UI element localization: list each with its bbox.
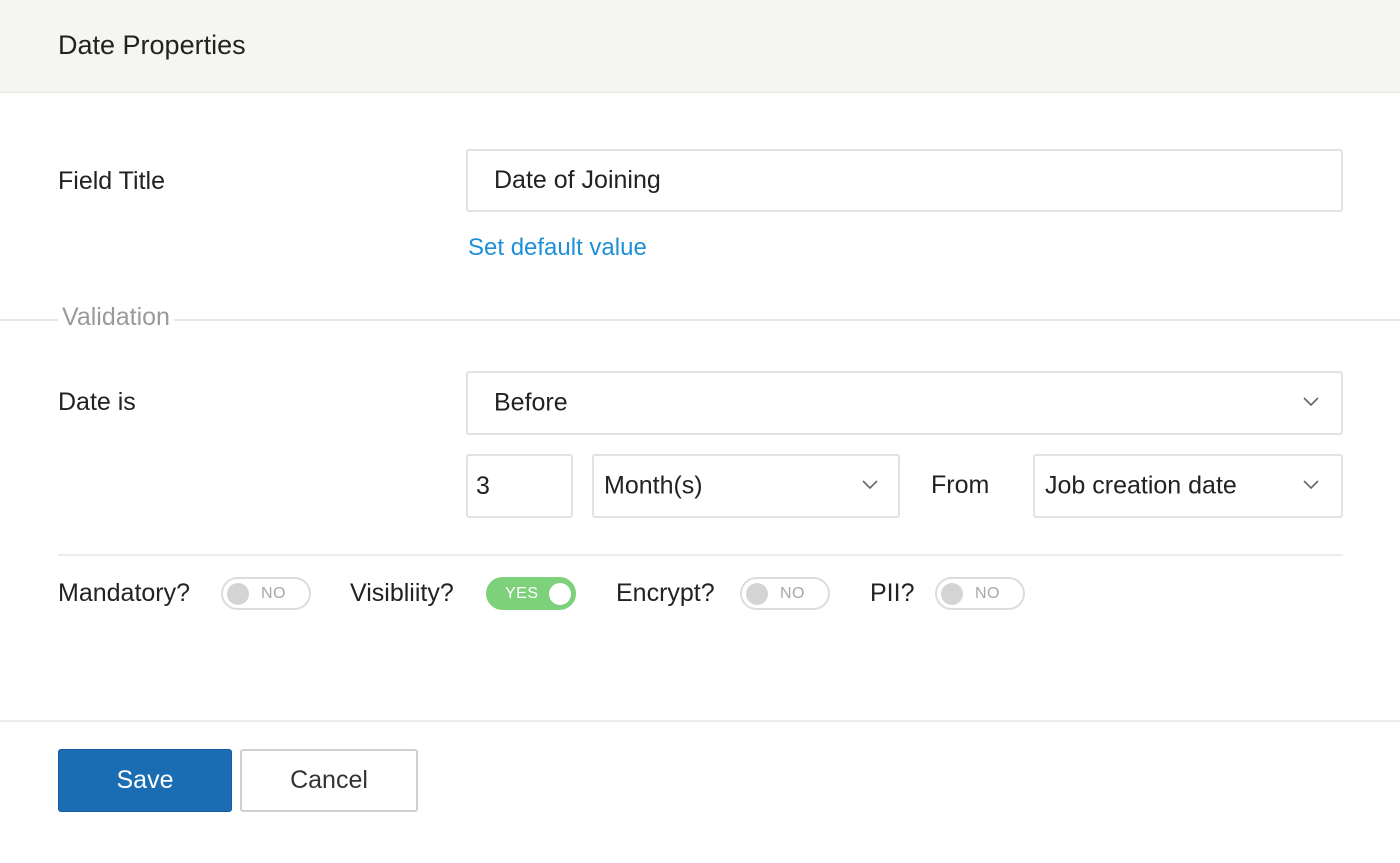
toggle-knob xyxy=(941,583,963,605)
cancel-button[interactable]: Cancel xyxy=(240,749,418,812)
toggle-knob xyxy=(746,583,768,605)
toggle-state: NO xyxy=(261,584,286,602)
save-button[interactable]: Save xyxy=(58,749,232,812)
chevron-down-icon xyxy=(1303,480,1319,490)
from-label: From xyxy=(931,471,990,499)
toggle-knob xyxy=(227,583,249,605)
footer-divider xyxy=(0,720,1400,722)
pii-toggle[interactable]: NO xyxy=(935,577,1025,610)
dialog-header: Date Properties xyxy=(0,0,1400,93)
mandatory-toggle[interactable]: NO xyxy=(221,577,311,610)
date-offset-unit-select[interactable]: Month(s) xyxy=(592,454,900,518)
visibility-label: Visibliity? xyxy=(350,579,454,607)
chevron-down-icon xyxy=(1303,397,1319,407)
date-condition-value: Before xyxy=(494,388,568,417)
pii-label: PII? xyxy=(870,579,915,607)
reference-date-value: Job creation date xyxy=(1045,471,1237,500)
toggle-state: YES xyxy=(505,584,539,602)
dialog-title: Date Properties xyxy=(58,30,246,60)
toggle-state: NO xyxy=(975,584,1000,602)
validation-legend: Validation xyxy=(58,303,174,332)
mandatory-label: Mandatory? xyxy=(58,579,191,607)
toggle-knob xyxy=(549,583,571,605)
date-is-label: Date is xyxy=(58,388,136,416)
date-offset-amount-input[interactable] xyxy=(466,454,573,518)
encrypt-toggle[interactable]: NO xyxy=(740,577,830,610)
date-offset-unit-value: Month(s) xyxy=(604,471,703,500)
set-default-value-link[interactable]: Set default value xyxy=(468,234,647,262)
validation-section-divider xyxy=(0,319,1400,321)
date-condition-select[interactable]: Before xyxy=(466,371,1343,435)
toggles-divider xyxy=(58,554,1343,556)
reference-date-select[interactable]: Job creation date xyxy=(1033,454,1343,518)
encrypt-label: Encrypt? xyxy=(616,579,715,607)
chevron-down-icon xyxy=(862,480,878,490)
visibility-toggle[interactable]: YES xyxy=(486,577,576,610)
field-title-label: Field Title xyxy=(58,167,165,195)
field-title-input[interactable] xyxy=(466,149,1343,212)
toggle-state: NO xyxy=(780,584,805,602)
